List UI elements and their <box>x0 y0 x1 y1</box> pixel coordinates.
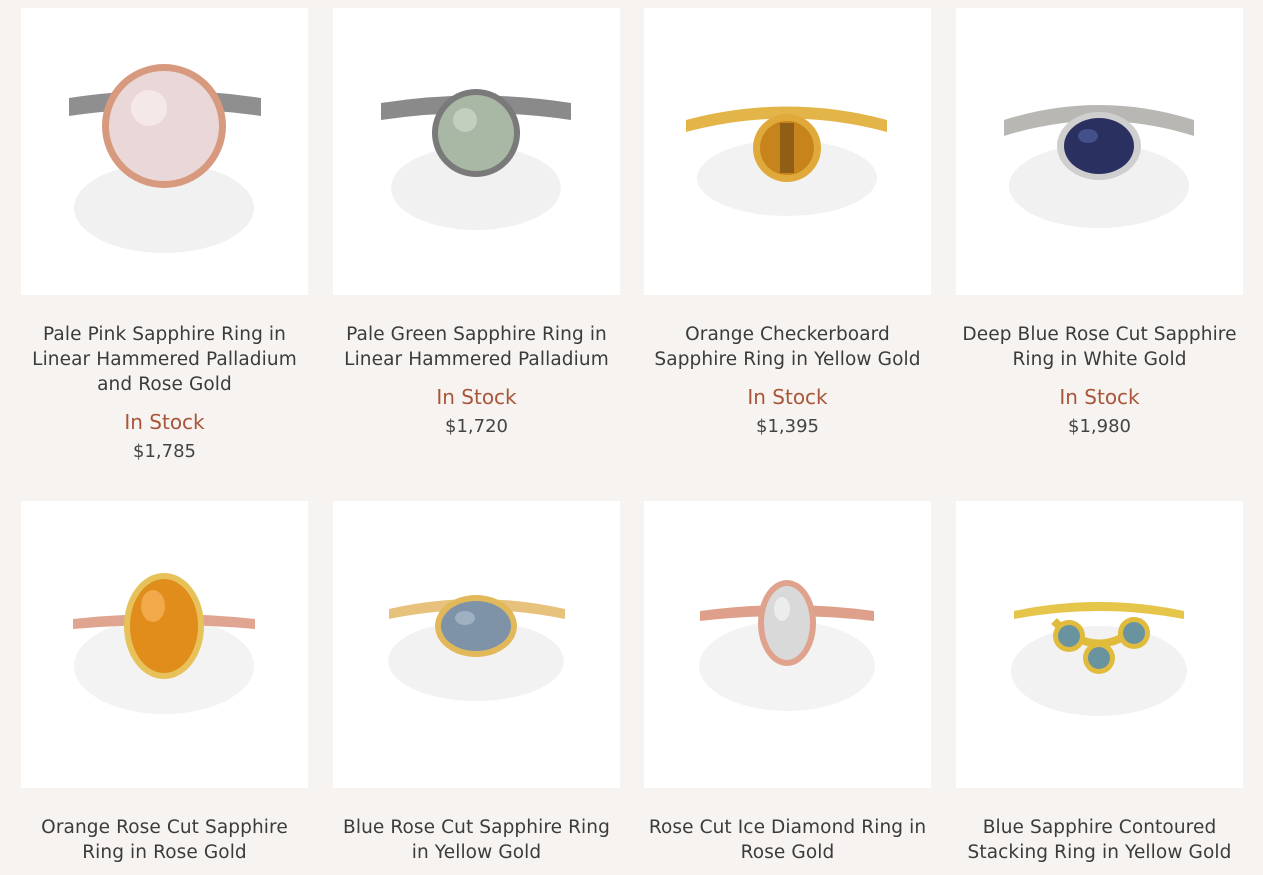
product-card[interactable]: Pale Pink Sapphire Ring in Linear Hammer… <box>21 8 308 463</box>
product-card[interactable]: Blue Rose Cut Sapphire Ring in Yellow Go… <box>333 501 620 865</box>
ring-image <box>69 64 261 253</box>
product-card[interactable]: Blue Sapphire Contoured Stacking Ring in… <box>956 501 1243 865</box>
product-image[interactable] <box>21 501 308 788</box>
product-price: $1,720 <box>445 416 508 437</box>
product-card[interactable]: Pale Green Sapphire Ring in Linear Hamme… <box>333 8 620 438</box>
product-image[interactable] <box>333 8 620 295</box>
ring-image <box>1011 602 1187 716</box>
product-image[interactable] <box>21 8 308 295</box>
product-price: $1,980 <box>1068 416 1131 437</box>
product-grid: Pale Pink Sapphire Ring in Linear Hammer… <box>0 0 1263 875</box>
product-title[interactable]: Orange Rose Cut Sapphire Ring in Rose Go… <box>21 815 308 865</box>
stock-status: In Stock <box>747 385 828 409</box>
product-card[interactable]: Orange Rose Cut Sapphire Ring in Rose Go… <box>21 501 308 865</box>
product-image[interactable] <box>644 501 931 788</box>
product-card[interactable]: Rose Cut Ice Diamond Ring in Rose Gold <box>644 501 931 865</box>
product-image[interactable] <box>644 8 931 295</box>
product-title[interactable]: Pale Pink Sapphire Ring in Linear Hammer… <box>21 322 308 397</box>
stock-status: In Stock <box>124 410 205 434</box>
product-title[interactable]: Deep Blue Rose Cut Sapphire Ring in Whit… <box>956 322 1243 372</box>
product-card[interactable]: Deep Blue Rose Cut Sapphire Ring in Whit… <box>956 8 1243 438</box>
product-title[interactable]: Rose Cut Ice Diamond Ring in Rose Gold <box>644 815 931 865</box>
product-title[interactable]: Pale Green Sapphire Ring in Linear Hamme… <box>333 322 620 372</box>
ring-image <box>381 89 571 230</box>
ring-image <box>388 595 565 701</box>
product-title[interactable]: Blue Rose Cut Sapphire Ring in Yellow Go… <box>333 815 620 865</box>
stock-status: In Stock <box>1059 385 1140 409</box>
product-card[interactable]: Orange Checkerboard Sapphire Ring in Yel… <box>644 8 931 438</box>
product-image[interactable] <box>956 501 1243 788</box>
ring-image <box>686 106 887 216</box>
product-price: $1,395 <box>756 416 819 437</box>
product-title[interactable]: Orange Checkerboard Sapphire Ring in Yel… <box>644 322 931 372</box>
product-image[interactable] <box>333 501 620 788</box>
ring-image <box>73 573 255 714</box>
product-price: $1,785 <box>133 441 196 462</box>
product-title[interactable]: Blue Sapphire Contoured Stacking Ring in… <box>956 815 1243 865</box>
ring-image <box>1004 105 1194 228</box>
product-image[interactable] <box>956 8 1243 295</box>
ring-image <box>699 580 875 711</box>
stock-status: In Stock <box>436 385 517 409</box>
